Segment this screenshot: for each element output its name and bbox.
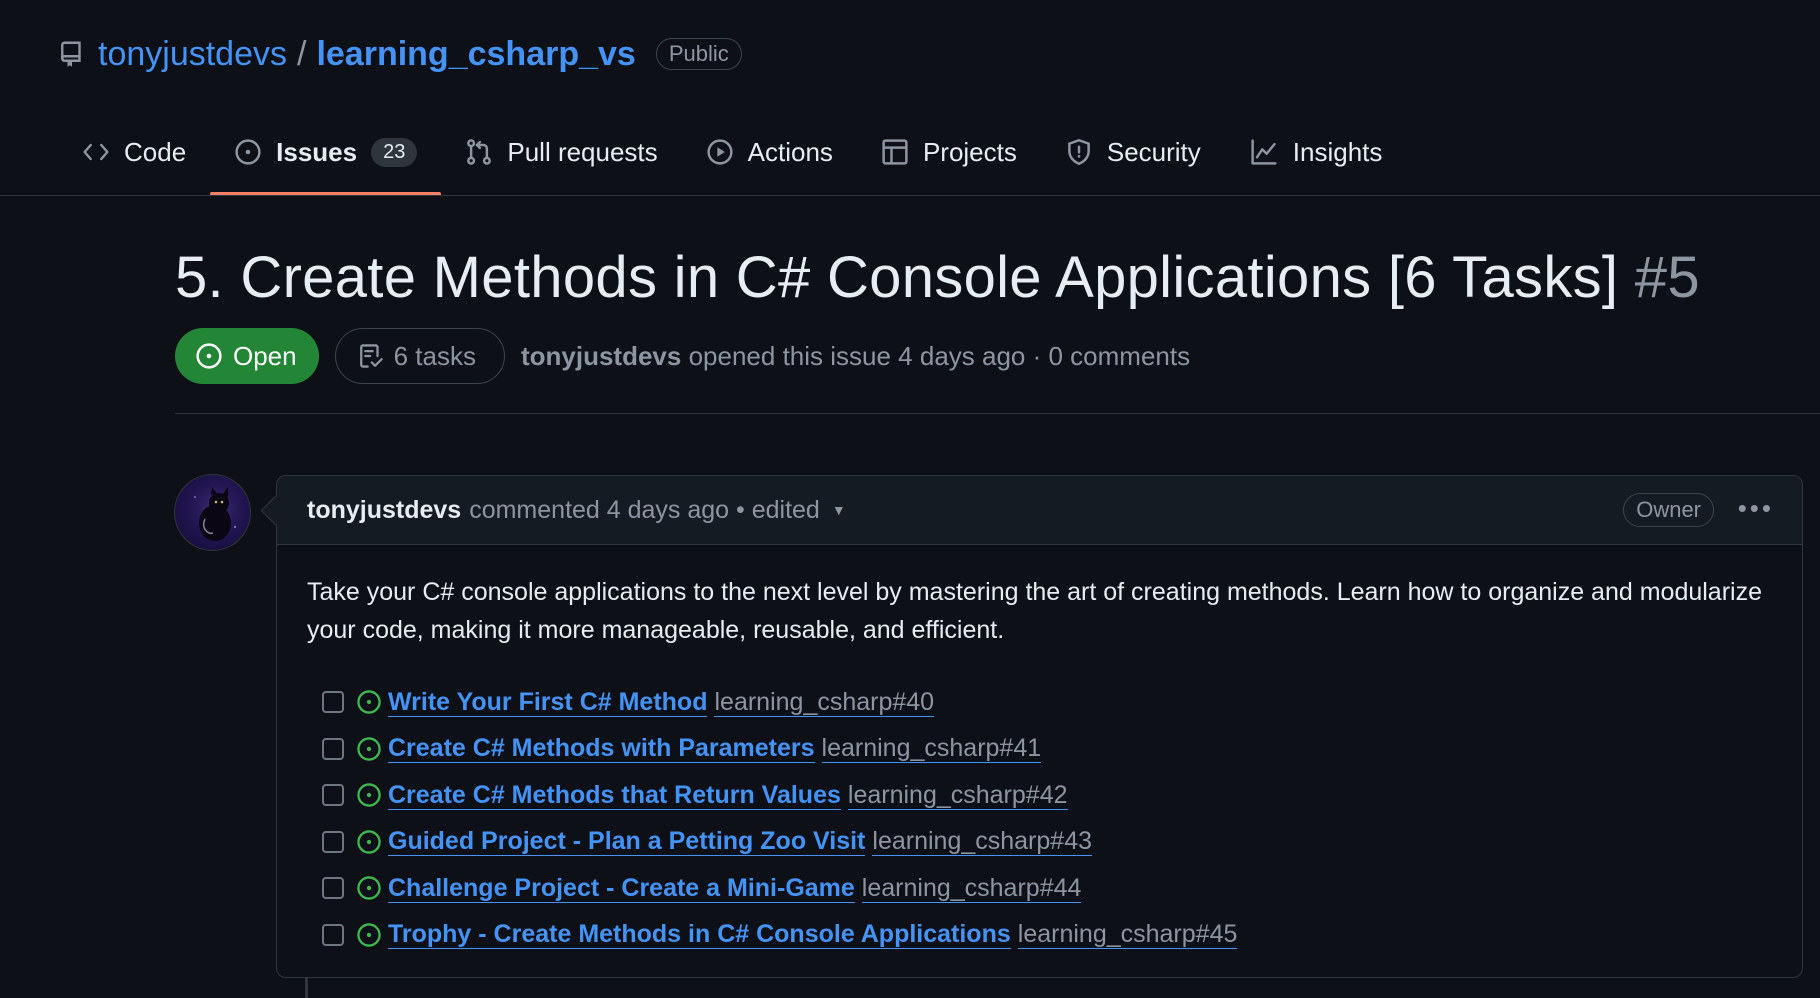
tab-pull-requests[interactable]: Pull requests [441, 120, 681, 184]
tasks-summary-label: 6 tasks [393, 340, 476, 371]
code-icon [82, 138, 110, 166]
task-checkbox[interactable] [322, 691, 344, 714]
issue-state-label: Open [233, 340, 297, 371]
issue-state-badge: Open [175, 328, 319, 384]
task-reference-link[interactable]: learning_csharp#40 [714, 688, 935, 717]
task-link[interactable]: Write Your First C# Method [388, 688, 708, 717]
task-list-item: Trophy - Create Methods in C# Console Ap… [322, 912, 1772, 959]
task-link[interactable]: Trophy - Create Methods in C# Console Ap… [388, 920, 1011, 950]
comment-description: Take your C# console applications to the… [307, 578, 1762, 644]
comment-header: tonyjustdevs commented 4 days ago • edit… [277, 476, 1802, 545]
comment-body: Take your C# console applications to the… [277, 545, 1802, 958]
tab-code-label: Code [124, 136, 187, 167]
issue-opened-icon [356, 736, 382, 762]
repo-owner-link[interactable]: tonyjustdevs [98, 35, 287, 74]
task-checkbox[interactable] [322, 877, 344, 900]
repo-separator: / [297, 34, 307, 73]
repo-nav-tabs: Code Issues 23 Pull requests Actions Pro… [58, 120, 1406, 196]
task-link[interactable]: Create C# Methods with Parameters [388, 734, 815, 764]
chevron-down-icon[interactable]: ▼ [832, 502, 846, 518]
issue-opened-meta: tonyjustdevs opened this issue 4 days ag… [521, 341, 1190, 372]
owner-badge: Owner [1623, 493, 1714, 527]
task-reference-link[interactable]: learning_csharp#45 [1017, 920, 1238, 950]
issue-title-text: 5. Create Methods in C# Console Applicat… [175, 245, 1619, 310]
checklist-icon [358, 342, 384, 370]
issue-opened-icon [195, 342, 223, 370]
tab-actions[interactable]: Actions [682, 120, 857, 184]
visibility-badge: Public [655, 38, 742, 70]
issue-meta: Open 6 tasks tonyjustdevs opened this is… [175, 328, 1190, 384]
issue-comment: tonyjustdevs commented 4 days ago • edit… [276, 475, 1803, 978]
repo-name-link[interactable]: learning_csharp_vs [316, 35, 635, 74]
task-list-item: Create C# Methods with Parameters learnin… [322, 726, 1772, 773]
tasks-summary-button[interactable]: 6 tasks [334, 328, 505, 384]
task-list-item: Guided Project - Plan a Petting Zoo Visi… [322, 819, 1772, 866]
task-reference-link[interactable]: learning_csharp#42 [847, 781, 1068, 810]
issues-count-badge: 23 [371, 137, 418, 167]
issue-opened-icon [356, 689, 382, 715]
tab-pull-requests-label: Pull requests [507, 136, 658, 167]
task-list-item: Create C# Methods that Return Values lear… [322, 772, 1772, 819]
task-checkbox[interactable] [322, 737, 344, 760]
repo-icon [60, 39, 84, 69]
issue-author-link[interactable]: tonyjustdevs [521, 341, 681, 371]
timeline-line [305, 978, 308, 998]
tab-insights[interactable]: Insights [1225, 120, 1407, 184]
tab-security-label: Security [1106, 136, 1201, 167]
task-checkbox[interactable] [322, 923, 344, 946]
issue-opened-icon [356, 782, 382, 808]
git-pull-request-icon [465, 138, 493, 166]
avatar[interactable] [174, 474, 251, 551]
issue-opened-text: opened this issue 4 days ago · 0 comment… [688, 340, 1191, 371]
task-reference-link[interactable]: learning_csharp#43 [872, 827, 1092, 857]
task-link[interactable]: Guided Project - Plan a Petting Zoo Visi… [388, 827, 866, 857]
comment-author-link[interactable]: tonyjustdevs [307, 496, 461, 525]
repo-header: tonyjustdevs / learning_csharp_vs Public [60, 34, 742, 74]
issue-opened-icon [356, 875, 382, 901]
comment-more-button[interactable]: ••• [1738, 491, 1774, 525]
tab-projects-label: Projects [922, 136, 1017, 167]
tab-actions-label: Actions [747, 136, 833, 167]
issue-title: 5. Create Methods in C# Console Applicat… [175, 244, 1700, 311]
task-checkbox[interactable] [322, 830, 344, 853]
task-reference-link[interactable]: learning_csharp#41 [821, 734, 1042, 764]
tab-issues[interactable]: Issues 23 [210, 120, 442, 196]
tab-security[interactable]: Security [1041, 120, 1225, 184]
task-link[interactable]: Challenge Project - Create a Mini-Game [388, 874, 855, 903]
issue-opened-icon [234, 138, 262, 166]
tab-insights-label: Insights [1292, 136, 1383, 167]
table-icon [881, 138, 909, 166]
tab-issues-label: Issues [276, 136, 358, 167]
task-list-item: Write Your First C# Method learning_cshar… [322, 679, 1772, 726]
task-reference-link[interactable]: learning_csharp#44 [861, 874, 1082, 903]
task-link[interactable]: Create C# Methods that Return Values [388, 781, 841, 810]
issue-number: #5 [1634, 245, 1700, 310]
comment-meta[interactable]: commented 4 days ago • edited [469, 496, 820, 525]
graph-icon [1249, 138, 1279, 166]
tab-projects[interactable]: Projects [857, 120, 1041, 184]
header-divider [175, 413, 1820, 414]
tab-code[interactable]: Code [58, 120, 210, 184]
play-icon [706, 138, 734, 166]
task-list: Write Your First C# Method learning_cshar… [307, 679, 1772, 958]
issue-opened-icon [356, 829, 382, 855]
task-list-item: Challenge Project - Create a Mini-Game le… [322, 865, 1772, 912]
tabs-divider [0, 195, 1820, 196]
shield-icon [1065, 138, 1093, 166]
task-checkbox[interactable] [322, 784, 344, 807]
issue-opened-icon [356, 922, 382, 948]
